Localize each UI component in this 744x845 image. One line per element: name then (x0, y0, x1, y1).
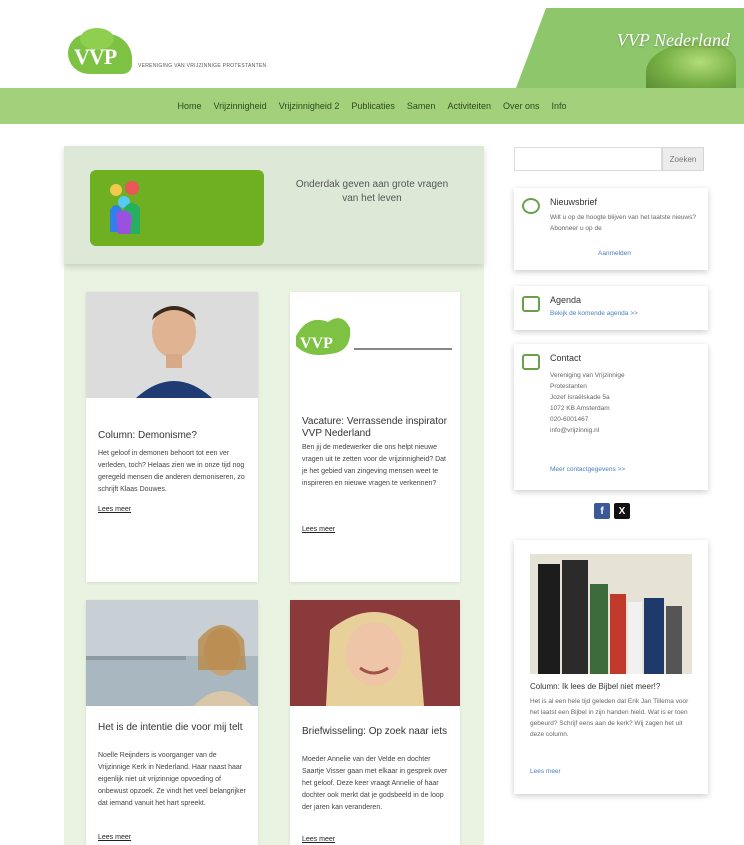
article-image (290, 600, 460, 706)
hero-quote: Onderdak geven aan grote vragen van het … (295, 179, 449, 204)
contact-line: Vereniging van Vrijzinnige (550, 372, 625, 379)
newsletter-title: Nieuwsbrief (550, 197, 598, 207)
contact-card-icon (522, 354, 540, 370)
read-more-link[interactable]: Lees meer (98, 834, 131, 841)
contact-title: Contact (550, 353, 582, 363)
featured-image (530, 554, 692, 674)
newsletter-text: Wilt u op de hoogte blijven van het laat… (550, 214, 696, 232)
main-nav: Home Vrijzinnigheid Vrijzinnigheid 2 Pub… (0, 88, 744, 124)
article-card[interactable]: VVP Vacature: Verrassende inspirator VVP… (290, 292, 460, 582)
logo-text: VVP (74, 44, 117, 69)
newsletter-link[interactable]: Aanmelden (598, 250, 631, 257)
books-image (530, 554, 692, 674)
contact-line: 020-6001467 (550, 416, 589, 423)
portrait-man-icon (86, 292, 258, 398)
article-image: VVP (290, 292, 460, 398)
nav-item-8[interactable]: Info (552, 101, 567, 111)
nav-item-6[interactable]: Activiteiten (447, 101, 491, 111)
featured-excerpt: Het is al een hele tijd geleden dat Erik… (530, 698, 689, 738)
read-more-link[interactable]: Lees meer (302, 526, 335, 533)
brand-title: VVP Nederland (616, 30, 730, 50)
contact-line: info@vrijzinnig.nl (550, 427, 600, 434)
nav-item-4[interactable]: Publicaties (351, 101, 395, 111)
article-title[interactable]: Column: Demonisme? (98, 430, 248, 442)
logo-tagline: VERENIGING VAN VRIJZINNIGE PROTESTANTEN (138, 63, 267, 69)
nav-item-5[interactable]: Samen (407, 101, 436, 111)
vvp-logo[interactable]: VVP VERENIGING VAN VRIJZINNIGE PROTESTAN… (68, 28, 266, 76)
article-image (86, 292, 258, 398)
portrait-woman-icon (290, 600, 460, 706)
people-figures-icon (110, 181, 140, 234)
nav-home[interactable]: Home (177, 101, 201, 111)
article-image (86, 600, 258, 706)
read-more-link[interactable]: Lees meer (302, 836, 335, 843)
contact-link[interactable]: Meer contactgegevens >> (550, 466, 625, 473)
vvp-logo-image: VVP (296, 318, 452, 355)
search-input[interactable] (514, 147, 662, 171)
article-title[interactable]: Briefwisseling: Op zoek naar iets (302, 726, 452, 738)
nav-item-7[interactable]: Over ons (503, 101, 540, 111)
facebook-icon[interactable]: f (594, 503, 610, 519)
hero-banner: Onderdak geven aan grote vragen van het … (64, 146, 484, 264)
article-title[interactable]: Vacature: Verrassende inspirator VVP Ned… (302, 416, 452, 440)
svg-text:VVP: VVP (300, 335, 333, 352)
agenda-widget: Agenda Bekijk de komende agenda >> (514, 286, 708, 330)
contact-line: Protestanten (550, 383, 587, 390)
article-card[interactable]: Briefwisseling: Op zoek naar iets Moeder… (290, 600, 460, 845)
x-icon[interactable]: X (614, 503, 630, 519)
featured-article[interactable]: Column: Ik lees de Bijbel niet meer!? He… (514, 540, 708, 794)
article-excerpt: Moeder Annelie van der Velde en dochter … (302, 756, 448, 811)
article-title[interactable]: Het is de intentie die voor mij telt (98, 722, 248, 734)
main-content: Onderdak geven aan grote vragen van het … (64, 146, 484, 845)
site-header: VVP VERENIGING VAN VRIJZINNIGE PROTESTAN… (0, 0, 744, 90)
newsletter-widget: Nieuwsbrief Wilt u op de hoogte blijven … (514, 188, 708, 270)
portrait-woman-sea-icon (86, 600, 258, 706)
nav-item-3[interactable]: Vrijzinnigheid 2 (279, 101, 340, 111)
featured-read-more[interactable]: Lees meer (530, 768, 561, 775)
nav-item-2[interactable]: Vrijzinnigheid (213, 101, 266, 111)
contact-line: 1072 KB Amsterdam (550, 405, 610, 412)
article-card[interactable]: Het is de intentie die voor mij telt Noe… (86, 600, 258, 845)
brand-banner: VVP Nederland (516, 8, 744, 88)
agenda-link[interactable]: Bekijk de komende agenda >> (550, 310, 638, 317)
calendar-icon (522, 296, 540, 312)
article-card[interactable]: Column: Demonisme? Het geloof in demonen… (86, 292, 258, 582)
hero-image (90, 170, 264, 246)
article-excerpt: Ben jij de medewerker die ons helpt nieu… (302, 444, 446, 487)
article-excerpt: Noelle Reijnders is voorganger van de Vr… (98, 752, 246, 807)
featured-title[interactable]: Column: Ik lees de Bijbel niet meer!? (530, 682, 660, 691)
agenda-title: Agenda (550, 295, 582, 305)
contact-widget: Contact Vereniging van Vrijzinnige Prote… (514, 344, 708, 490)
read-more-link[interactable]: Lees meer (98, 506, 131, 513)
contact-line: Jozef Israëlskade 5a (550, 394, 610, 401)
article-excerpt: Het geloof in demonen behoort tot een ve… (98, 450, 245, 493)
search-button[interactable]: Zoeken (662, 147, 704, 171)
newsletter-icon (522, 198, 540, 214)
